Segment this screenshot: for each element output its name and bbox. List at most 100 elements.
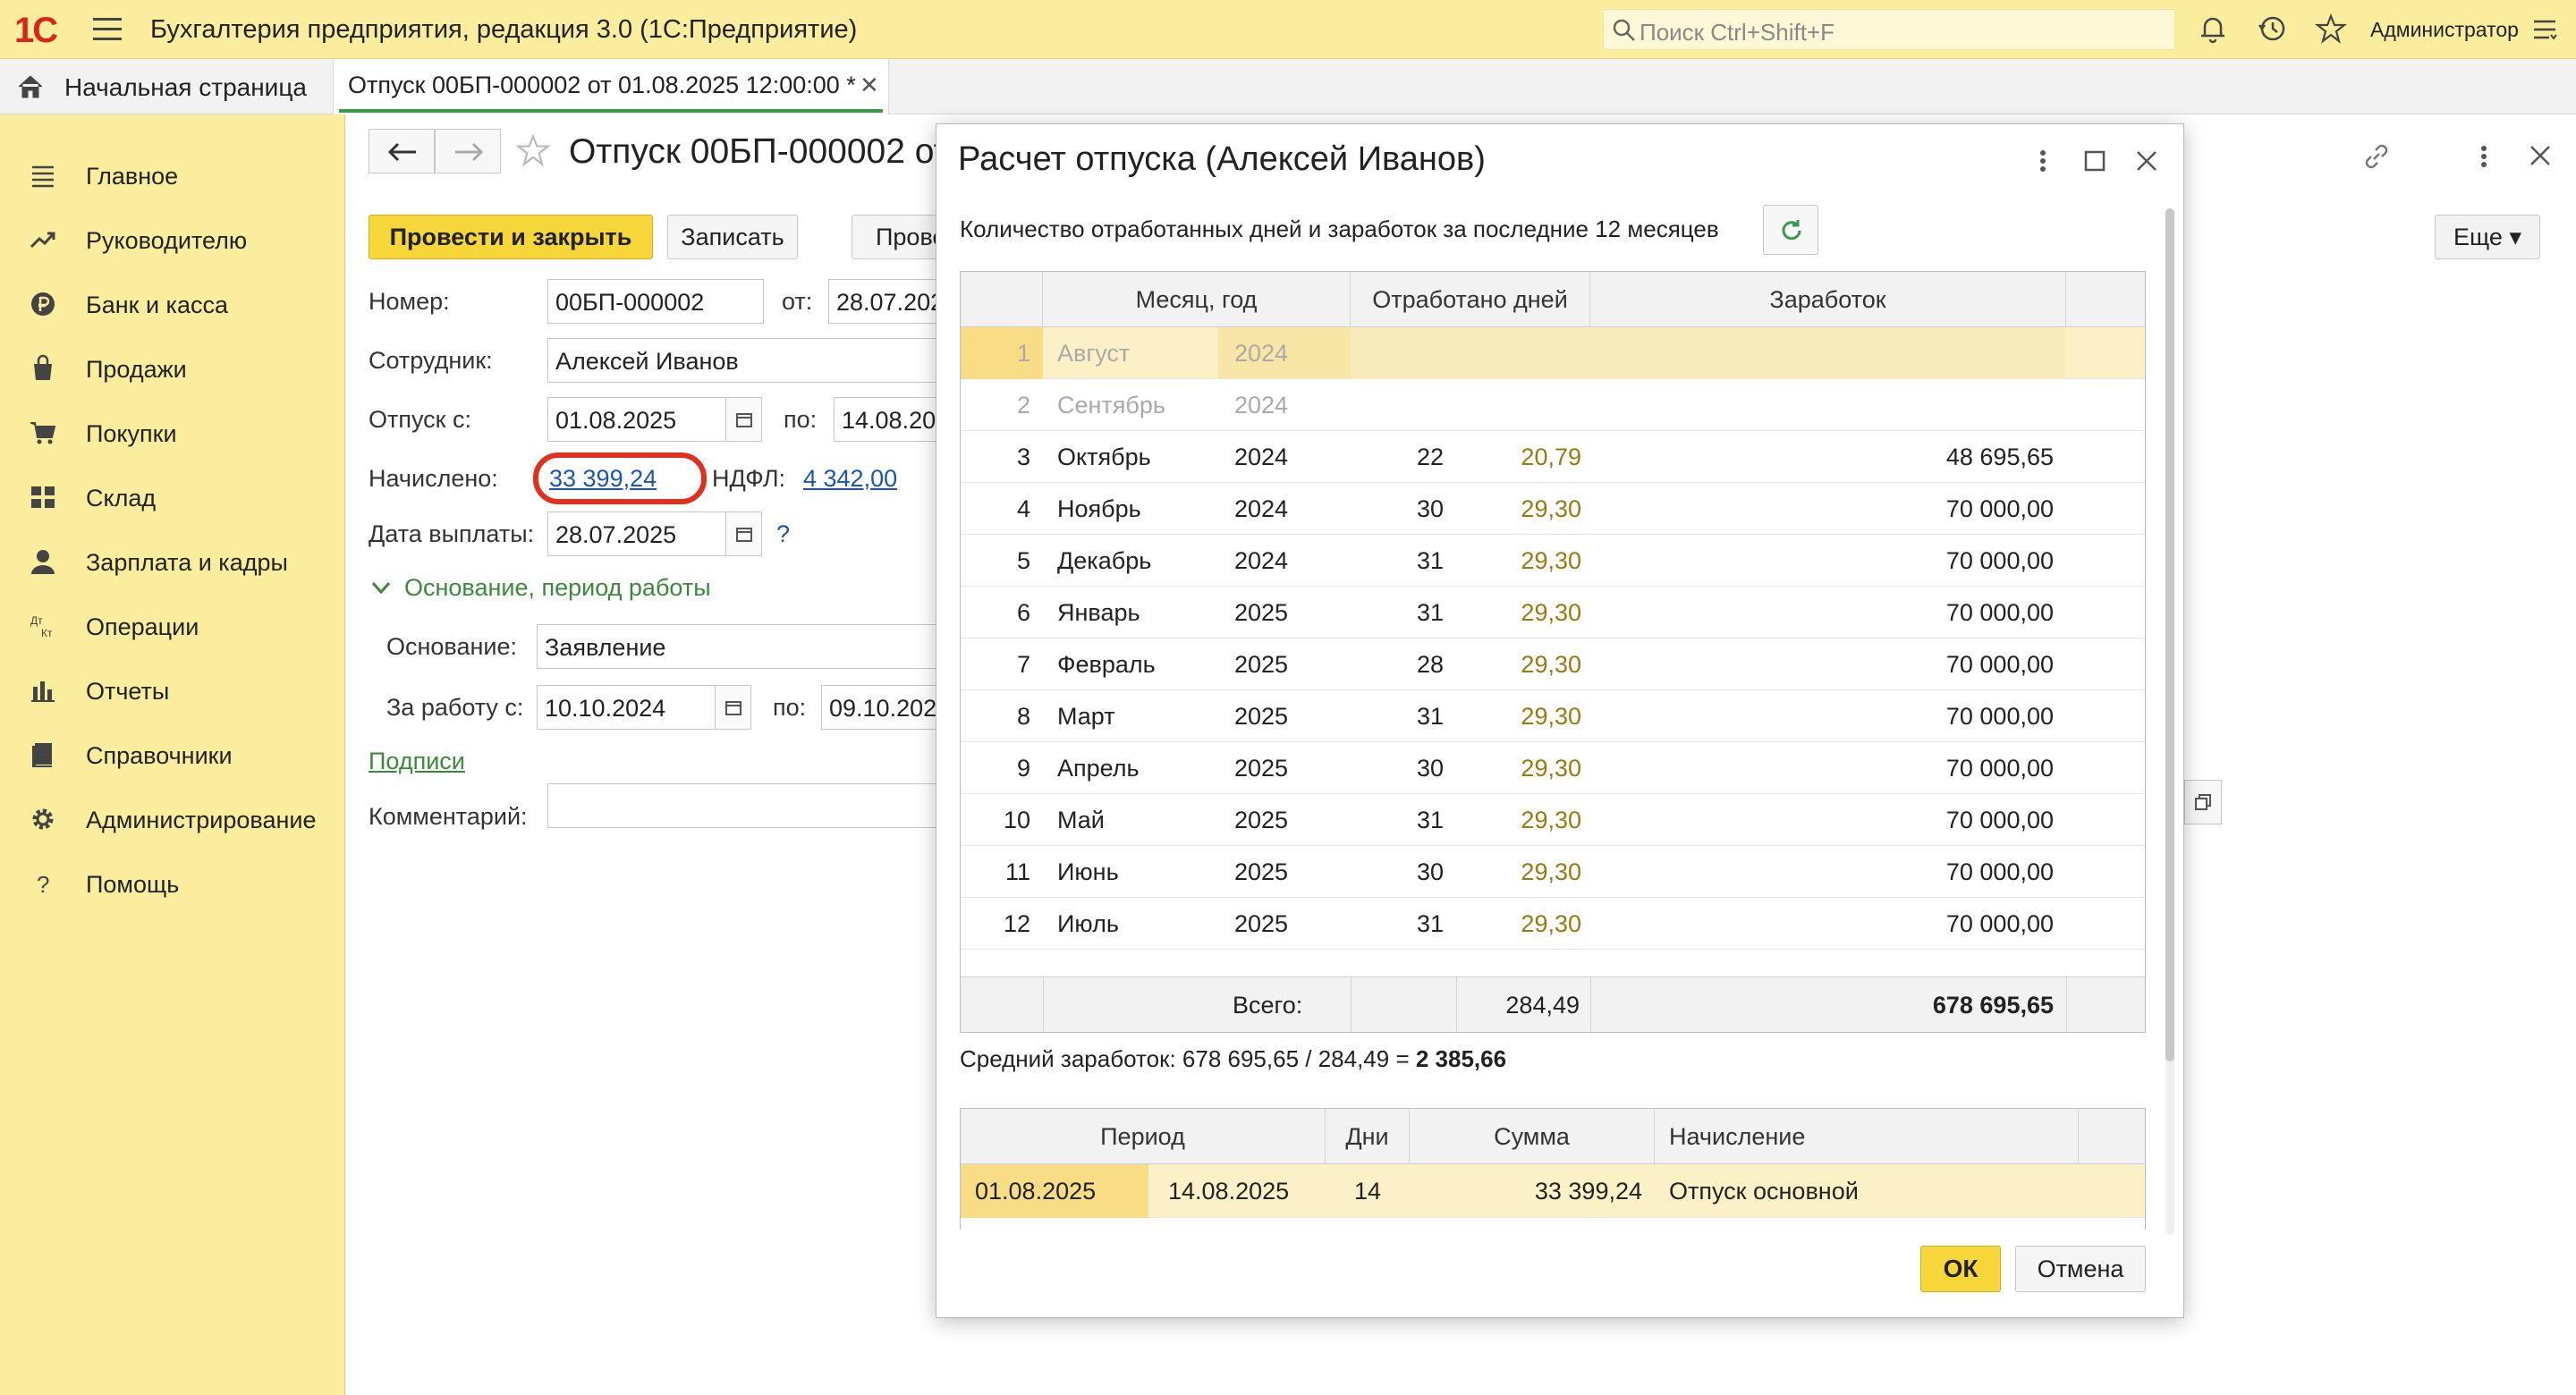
save-button[interactable]: Записать — [667, 215, 798, 259]
more-vertical-icon[interactable] — [2478, 141, 2490, 172]
close-icon[interactable] — [2135, 149, 2158, 173]
header-month[interactable]: Месяц, год — [1043, 272, 1351, 327]
sidebar-item-purchases[interactable]: Покупки — [0, 406, 345, 460]
work-from-calendar-button[interactable] — [716, 685, 751, 730]
basis-field[interactable]: Заявление — [537, 624, 945, 669]
more-vertical-icon[interactable] — [2037, 146, 2049, 176]
sidebar-item-label: Помощь — [86, 871, 180, 898]
earnings-row[interactable]: 8 Март 2025 31 29,30 70 000,00 — [961, 690, 2145, 742]
cancel-button[interactable]: Отмена — [2015, 1246, 2146, 1292]
earnings-row[interactable]: 11 Июнь 2025 30 29,30 70 000,00 — [961, 846, 2145, 898]
work-from-field[interactable]: 10.10.2024 — [537, 685, 716, 730]
post-and-close-button[interactable]: Провести и закрыть — [369, 215, 653, 259]
sidebar-item-operations[interactable]: Дт Кт Операции — [0, 599, 345, 653]
sidebar-item-help[interactable]: ? Помощь — [0, 857, 345, 910]
sidebar-item-payroll[interactable]: Зарплата и кадры — [0, 535, 345, 588]
main-menu-icon[interactable] — [93, 18, 122, 41]
open-comment-button[interactable] — [2184, 780, 2222, 824]
trend-icon — [30, 232, 55, 249]
open-window-icon — [2195, 794, 2211, 810]
earnings-row[interactable]: 3 Октябрь 2024 22 20,79 48 695,65 — [961, 431, 2145, 483]
close-icon[interactable]: ✕ — [860, 72, 879, 99]
earnings-row[interactable]: 9 Апрель 2025 30 29,30 70 000,00 — [961, 742, 2145, 794]
dt-kt-icon: ДтКт — [30, 614, 53, 639]
earnings-row[interactable]: 1 Август 2024 — [961, 327, 2145, 379]
sidebar-item-warehouse[interactable]: Склад — [0, 470, 345, 524]
header-days[interactable]: Отработано дней — [1351, 272, 1590, 327]
sidebar-item-catalogs[interactable]: Справочники — [0, 728, 345, 782]
row-number: 6 — [1016, 599, 1030, 626]
header-sum[interactable]: Сумма — [1410, 1109, 1655, 1164]
row-earnings: 70 000,00 — [1945, 547, 2054, 574]
row-month: Октябрь — [1057, 444, 1151, 470]
earnings-row[interactable]: 6 Январь 2025 31 29,30 70 000,00 — [961, 587, 2145, 638]
vacation-from-calendar-button[interactable] — [726, 397, 762, 442]
earnings-row[interactable]: 10 Май 2025 31 29,30 70 000,00 — [961, 794, 2145, 846]
header-earnings[interactable]: Заработок — [1590, 272, 2066, 327]
tab-document[interactable]: Отпуск 00БП-000002 от 01.08.2025 12:00:0… — [333, 59, 889, 114]
sidebar-item-admin[interactable]: Администрирование — [0, 792, 345, 846]
work-to-field[interactable]: 09.10.2025 — [821, 685, 945, 730]
scrollbar-thumb[interactable] — [2165, 208, 2174, 1061]
date-field[interactable]: 28.07.2025 — [828, 279, 945, 324]
sidebar-item-manager[interactable]: Руководителю — [0, 213, 345, 266]
earnings-row[interactable]: 5 Декабрь 2024 31 29,30 70 000,00 — [961, 535, 2145, 587]
vacation-to-field[interactable]: 14.08.2025 — [834, 397, 945, 442]
ruble-icon — [31, 292, 55, 316]
number-field[interactable]: 00БП-000002 — [547, 279, 764, 324]
pay-date-field[interactable]: 28.07.2025 — [547, 512, 726, 556]
sidebar-item-label: Покупки — [86, 420, 177, 447]
employee-field[interactable]: Алексей Иванов — [547, 338, 945, 383]
accrual-from: 01.08.2025 — [975, 1178, 1097, 1205]
earnings-row[interactable]: 7 Февраль 2025 28 29,30 70 000,00 — [961, 638, 2145, 690]
user-name[interactable]: Администратор — [2370, 18, 2519, 42]
earnings-table-footer: Всего: 284,49 678 695,65 — [961, 976, 2145, 1032]
sidebar-item-label: Администрирование — [86, 807, 317, 833]
row-year: 2025 — [1234, 858, 1289, 885]
row-year: 2024 — [1234, 495, 1289, 522]
app-logo[interactable]: 1С — [14, 11, 58, 51]
header-accrual[interactable]: Начисление — [1655, 1109, 2079, 1164]
row-number: 5 — [1016, 547, 1030, 574]
tab-home[interactable]: Начальная страница — [0, 59, 322, 114]
accrual-row[interactable]: 01.08.2025 14.08.2025 14 33 399,24 Отпус… — [961, 1164, 2145, 1218]
star-icon[interactable] — [2315, 13, 2347, 45]
refresh-button[interactable] — [1763, 205, 1818, 255]
back-button[interactable] — [369, 129, 435, 173]
favorite-star-icon[interactable] — [515, 132, 551, 168]
bell-icon[interactable] — [2197, 13, 2229, 45]
earnings-row[interactable]: 4 Ноябрь 2024 30 29,30 70 000,00 — [961, 483, 2145, 535]
pay-date-calendar-button[interactable] — [726, 512, 762, 556]
vacation-from-field[interactable]: 01.08.2025 — [547, 397, 726, 442]
forward-button[interactable] — [435, 129, 501, 173]
sidebar-item-sales[interactable]: Продажи — [0, 342, 345, 395]
row-days: 31 — [1416, 599, 1444, 626]
row-earnings: 70 000,00 — [1945, 651, 2054, 678]
sidebar-item-reports[interactable]: Отчеты — [0, 664, 345, 717]
header-days[interactable]: Дни — [1326, 1109, 1410, 1164]
earnings-row[interactable]: 12 Июль 2025 31 29,30 70 000,00 — [961, 898, 2145, 950]
chevron-down-icon[interactable] — [370, 579, 392, 596]
ndfl-link[interactable]: 4 342,00 — [803, 465, 897, 493]
row-days: 31 — [1416, 807, 1444, 833]
history-icon[interactable] — [2256, 13, 2288, 45]
earnings-row[interactable]: 2 Сентябрь 2024 — [961, 379, 2145, 431]
post-button[interactable]: Прове — [852, 215, 941, 259]
comment-label: Комментарий: — [369, 803, 528, 830]
header-period[interactable]: Период — [961, 1109, 1326, 1164]
comment-field[interactable] — [547, 783, 945, 828]
search-input[interactable]: Поиск Ctrl+Shift+F — [1603, 9, 2175, 50]
maximize-icon[interactable] — [2083, 149, 2106, 173]
close-form-icon[interactable] — [2528, 143, 2553, 168]
link-icon[interactable] — [2361, 141, 2392, 172]
basis-group-toggle[interactable]: Основание, период работы — [404, 574, 711, 602]
help-icon[interactable]: ? — [776, 520, 790, 548]
ok-button[interactable]: ОК — [1920, 1246, 2001, 1292]
dialog-scrollbar[interactable] — [2165, 208, 2174, 1235]
more-button[interactable]: Еще ▾ — [2435, 215, 2540, 259]
header-number — [961, 272, 1043, 327]
sidebar-item-bank[interactable]: Банк и касса — [0, 277, 345, 331]
signatures-link[interactable]: Подписи — [369, 748, 465, 775]
sidebar-item-main[interactable]: Главное — [0, 148, 345, 202]
settings-menu-icon[interactable] — [2531, 16, 2558, 43]
